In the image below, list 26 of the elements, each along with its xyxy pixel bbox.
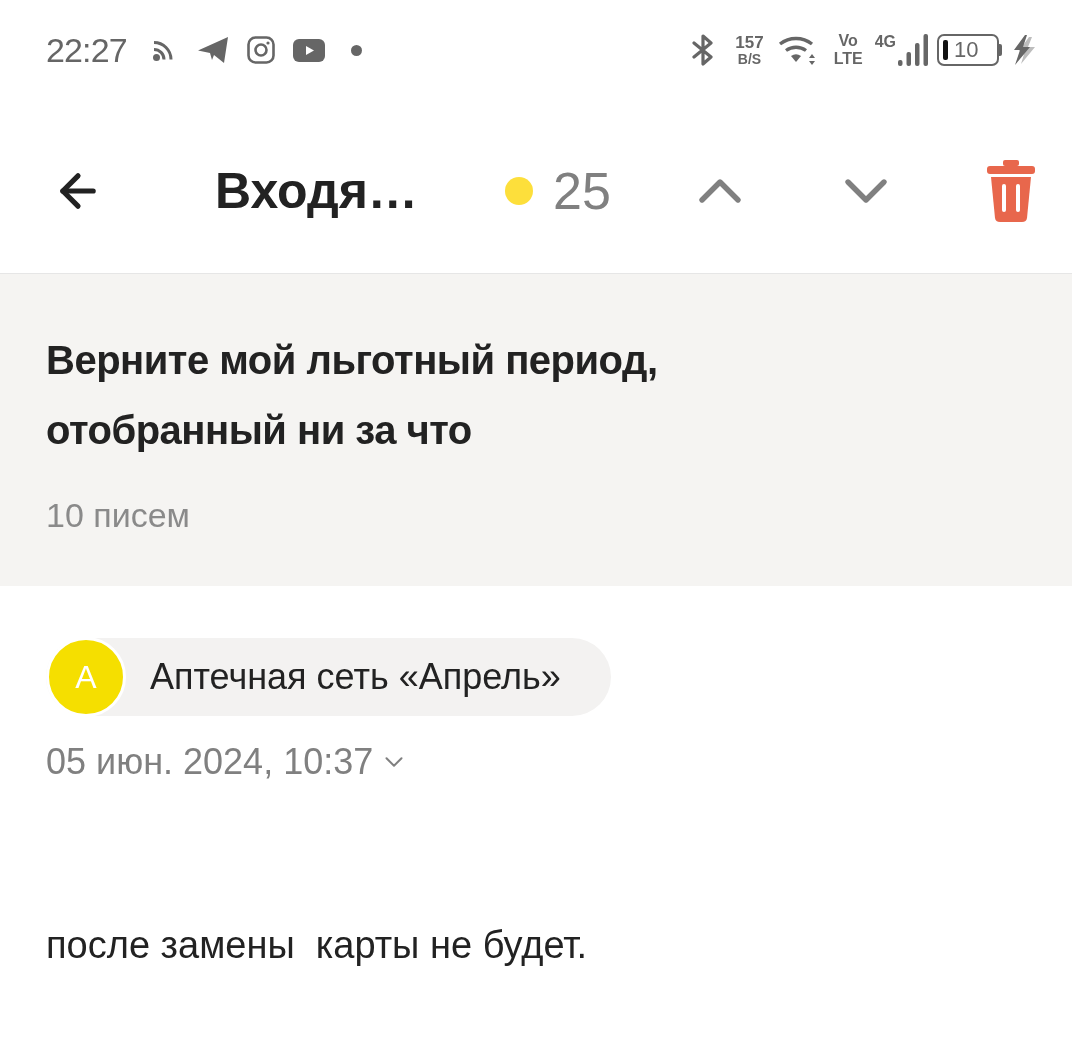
folder-title: Входя… <box>215 165 418 216</box>
signal-strength-icon <box>898 34 929 66</box>
network-type-label: 4G <box>874 34 896 50</box>
unread-dot-icon <box>505 176 533 205</box>
sender-avatar: А <box>46 637 126 717</box>
paper-plane-icon <box>197 37 229 63</box>
clock-time: 22:27 <box>46 33 127 67</box>
sender-chip[interactable]: А Аптечная сеть «Апрель» <box>46 638 611 716</box>
sender-name: Аптечная сеть «Апрель» <box>150 659 561 695</box>
message-date-toggle[interactable]: 05 июн. 2024, 10:37 <box>46 740 410 784</box>
battery-level-icon <box>943 40 948 60</box>
trash-icon <box>987 159 1035 222</box>
volte-label: Vo <box>838 33 858 49</box>
play-button-icon <box>292 38 325 62</box>
wifi-icon <box>777 35 818 65</box>
camera-icon <box>246 36 275 64</box>
message-count: 10 писем <box>46 495 190 535</box>
unread-count: 25 <box>553 164 611 217</box>
thread-subject: Верните мой льготный период, отобранный ни за что <box>46 337 659 454</box>
volte-label: LTE <box>833 51 863 67</box>
network-speed-value: 157 <box>735 34 764 51</box>
network-speed-unit: B/S <box>737 52 762 66</box>
rss-feed-icon <box>152 39 174 61</box>
battery-percent: 10 <box>954 39 979 61</box>
message-body: после замены карты не будет. <box>46 923 588 968</box>
notification-dot-icon <box>350 44 362 56</box>
